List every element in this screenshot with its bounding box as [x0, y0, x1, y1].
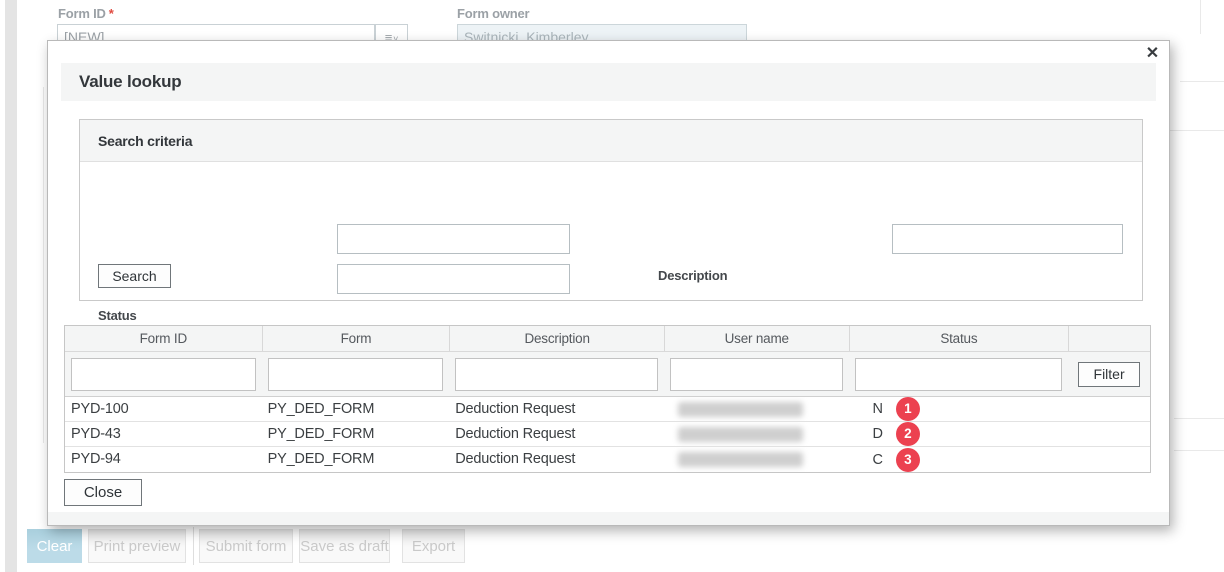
background-panel-line-2	[1170, 130, 1224, 131]
search-button[interactable]: Search	[98, 264, 171, 288]
search-criteria-heading: Search criteria	[80, 120, 1142, 162]
form-id-label-text: Form ID	[58, 6, 106, 21]
cell-description: Deduction Request	[449, 397, 664, 421]
form-id-label: Form ID*	[58, 6, 114, 21]
status-value: N	[873, 397, 883, 421]
column-header-user-name: User name	[664, 326, 849, 351]
cell-form-id: PYD-100	[65, 397, 262, 421]
page-left-gutter	[5, 0, 17, 572]
close-icon[interactable]: ✕	[1146, 44, 1159, 64]
cell-actions	[1068, 422, 1150, 446]
search-status-input[interactable]	[337, 264, 570, 294]
close-button[interactable]: Close	[64, 479, 142, 506]
results-table: Form ID Form Description User name Statu…	[64, 325, 1151, 473]
cell-actions	[1068, 447, 1150, 472]
status-badge: 2	[896, 422, 920, 446]
filter-form-id-input[interactable]	[71, 358, 256, 391]
filter-form-input[interactable]	[268, 358, 444, 391]
status-value: D	[873, 422, 883, 446]
cell-user-name	[664, 447, 849, 472]
table-row[interactable]: PYD-94 PY_DED_FORM Deduction Request C 3	[65, 447, 1150, 472]
column-header-actions	[1068, 326, 1150, 351]
save-as-draft-button[interactable]: Save as draft	[299, 529, 390, 563]
status-badge: 1	[896, 397, 920, 421]
value-lookup-dialog: ✕ Value lookup Search criteria Form ID D…	[47, 40, 1170, 526]
cell-form: PY_DED_FORM	[262, 447, 450, 472]
cell-form-id: PYD-43	[65, 422, 262, 446]
filter-user-name-input[interactable]	[670, 358, 843, 391]
background-panel-line-3	[1174, 418, 1224, 419]
dialog-title: Value lookup	[79, 72, 181, 92]
background-panel-line-4	[1174, 450, 1224, 451]
user-name-redacted	[678, 452, 803, 467]
cell-actions	[1068, 397, 1150, 421]
search-form-id-input[interactable]	[337, 224, 570, 254]
cell-description: Deduction Request	[449, 422, 664, 446]
cell-user-name	[664, 397, 849, 421]
search-description-input[interactable]	[892, 224, 1123, 254]
cell-form: PY_DED_FORM	[262, 422, 450, 446]
user-name-redacted	[678, 427, 803, 442]
screen: Form ID* ≡ ˅ Form owner Clear Print prev…	[0, 0, 1224, 572]
filter-button[interactable]: Filter	[1078, 362, 1140, 387]
background-panel-line-1	[1180, 81, 1224, 82]
column-header-status: Status	[849, 326, 1069, 351]
filter-description-input[interactable]	[455, 358, 658, 391]
filter-status-input[interactable]	[855, 358, 1063, 391]
export-button[interactable]: Export	[402, 529, 465, 563]
table-header-row: Form ID Form Description User name Statu…	[65, 326, 1150, 352]
user-name-redacted	[678, 402, 803, 417]
search-status-label: Status	[98, 308, 137, 323]
dialog-footer-strip	[48, 512, 1169, 525]
background-panel-left-edge	[43, 87, 44, 443]
table-row[interactable]: PYD-43 PY_DED_FORM Deduction Request D 2	[65, 422, 1150, 447]
print-preview-button[interactable]: Print preview	[88, 529, 186, 563]
status-badge: 3	[896, 448, 920, 472]
status-value: C	[873, 448, 883, 472]
cell-status: N 1	[849, 397, 1069, 421]
submit-form-button[interactable]: Submit form	[199, 529, 293, 563]
cell-user-name	[664, 422, 849, 446]
column-header-description: Description	[449, 326, 664, 351]
column-header-form: Form	[262, 326, 450, 351]
background-panel-right-edge	[1200, 0, 1201, 34]
column-header-form-id: Form ID	[65, 326, 262, 351]
cell-description: Deduction Request	[449, 447, 664, 472]
table-row[interactable]: PYD-100 PY_DED_FORM Deduction Request N …	[65, 397, 1150, 422]
cell-form: PY_DED_FORM	[262, 397, 450, 421]
dialog-title-bar: Value lookup	[61, 63, 1156, 101]
form-owner-label: Form owner	[457, 6, 529, 21]
table-filter-row: Filter	[65, 352, 1150, 397]
footer-button-divider	[193, 527, 194, 565]
search-description-label: Description	[658, 268, 727, 283]
cell-form-id: PYD-94	[65, 447, 262, 472]
cell-status: C 3	[849, 447, 1069, 472]
cell-status: D 2	[849, 422, 1069, 446]
search-criteria-panel: Search criteria Form ID Description Stat…	[79, 119, 1143, 301]
required-asterisk: *	[109, 6, 114, 21]
clear-button[interactable]: Clear	[27, 529, 82, 563]
